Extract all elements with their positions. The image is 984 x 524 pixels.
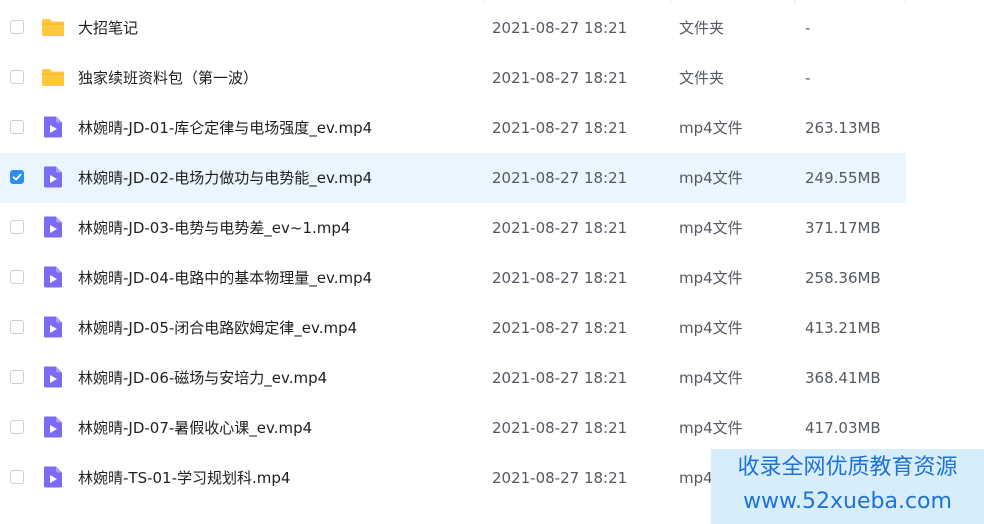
- file-type: mp4文件: [679, 169, 743, 187]
- file-size: 258.36MB: [805, 269, 881, 287]
- file-name[interactable]: 林婉晴-JD-05-闭合电路欧姆定律_ev.mp4: [78, 318, 357, 338]
- file-row[interactable]: 林婉晴-JD-07-暑假收心课_ev.mp4 2021-08-27 18:21 mp…: [0, 403, 906, 453]
- file-modified-date: 2021-08-27 18:21: [492, 119, 628, 137]
- row-checkbox[interactable]: [10, 470, 24, 484]
- row-checkbox[interactable]: [10, 120, 24, 134]
- file-type: mp4文件: [679, 419, 743, 437]
- video-file-icon: [41, 215, 65, 239]
- watermark: 收录全网优质教育资源 www.52xueba.com: [711, 449, 984, 524]
- watermark-slogan: 收录全网优质教育资源: [737, 455, 958, 480]
- file-type: mp4: [679, 469, 713, 487]
- file-size: 371.17MB: [805, 219, 881, 237]
- file-type: mp4文件: [679, 369, 743, 387]
- video-file-icon: [41, 365, 65, 389]
- file-row[interactable]: 林婉晴-JD-03-电势与电势差_ev~1.mp4 2021-08-27 18:2…: [0, 203, 906, 253]
- file-size: -: [805, 69, 811, 87]
- file-type: mp4文件: [679, 119, 743, 137]
- file-size: 413.21MB: [805, 319, 881, 337]
- video-file-icon: [41, 315, 65, 339]
- row-checkbox[interactable]: [10, 20, 24, 34]
- file-name[interactable]: 林婉晴-JD-02-电场力做功与电势能_ev.mp4: [78, 168, 372, 188]
- file-modified-date: 2021-08-27 18:21: [492, 269, 628, 287]
- file-type: 文件夹: [679, 69, 725, 87]
- file-size: 249.55MB: [805, 169, 881, 187]
- file-name[interactable]: 林婉晴-JD-04-电路中的基本物理量_ev.mp4: [78, 268, 372, 288]
- row-checkbox[interactable]: [10, 420, 24, 434]
- file-modified-date: 2021-08-27 18:21: [492, 19, 628, 37]
- file-modified-date: 2021-08-27 18:21: [492, 169, 628, 187]
- file-type: mp4文件: [679, 319, 743, 337]
- row-checkbox[interactable]: [10, 320, 24, 334]
- file-list: 大招笔记 2021-08-27 18:21 文件夹 - 独家续班资料包（第一波） 2021…: [0, 0, 984, 524]
- row-checkbox[interactable]: [10, 70, 24, 84]
- row-checkbox[interactable]: [10, 270, 24, 284]
- video-file-icon: [41, 265, 65, 289]
- file-size: -: [805, 19, 811, 37]
- file-row[interactable]: 林婉晴-JD-04-电路中的基本物理量_ev.mp4 2021-08-27 18:…: [0, 253, 906, 303]
- row-checkbox[interactable]: [10, 370, 24, 384]
- file-modified-date: 2021-08-27 18:21: [492, 369, 628, 387]
- file-name[interactable]: 林婉晴-JD-01-库仑定律与电场强度_ev.mp4: [78, 118, 372, 138]
- file-row[interactable]: 林婉晴-JD-06-磁场与安培力_ev.mp4 2021-08-27 18:21 m…: [0, 353, 906, 403]
- file-size: 417.03MB: [805, 419, 881, 437]
- file-modified-date: 2021-08-27 18:21: [492, 219, 628, 237]
- file-type: mp4文件: [679, 269, 743, 287]
- video-file-icon: [41, 415, 65, 439]
- file-type: 文件夹: [679, 19, 725, 37]
- file-size: 368.41MB: [805, 369, 881, 387]
- file-modified-date: 2021-08-27 18:21: [492, 319, 628, 337]
- file-name[interactable]: 林婉晴-TS-01-学习规划科.mp4: [78, 468, 290, 488]
- file-size: 263.13MB: [805, 119, 881, 137]
- folder-icon: [41, 65, 65, 89]
- row-checkbox[interactable]: [10, 220, 24, 234]
- file-name[interactable]: 林婉晴-JD-07-暑假收心课_ev.mp4: [78, 418, 312, 438]
- folder-icon: [41, 15, 65, 39]
- file-row[interactable]: 林婉晴-JD-02-电场力做功与电势能_ev.mp4 2021-08-27 18:…: [0, 153, 906, 203]
- watermark-url: www.52xueba.com: [743, 489, 952, 514]
- file-row[interactable]: 林婉晴-JD-05-闭合电路欧姆定律_ev.mp4 2021-08-27 18:2…: [0, 303, 906, 353]
- video-file-icon: [41, 465, 65, 489]
- file-modified-date: 2021-08-27 18:21: [492, 69, 628, 87]
- file-name[interactable]: 林婉晴-JD-06-磁场与安培力_ev.mp4: [78, 368, 327, 388]
- row-checkbox[interactable]: [10, 170, 24, 184]
- file-modified-date: 2021-08-27 18:21: [492, 419, 628, 437]
- file-modified-date: 2021-08-27 18:21: [492, 469, 628, 487]
- video-file-icon: [41, 165, 65, 189]
- file-type: mp4文件: [679, 219, 743, 237]
- file-name[interactable]: 大招笔记: [78, 18, 138, 38]
- video-file-icon: [41, 115, 65, 139]
- file-row[interactable]: 林婉晴-JD-01-库仑定律与电场强度_ev.mp4 2021-08-27 18:…: [0, 103, 906, 153]
- file-row[interactable]: 大招笔记 2021-08-27 18:21 文件夹 -: [0, 3, 906, 53]
- file-name[interactable]: 独家续班资料包（第一波）: [78, 68, 258, 88]
- file-name[interactable]: 林婉晴-JD-03-电势与电势差_ev~1.mp4: [78, 218, 350, 238]
- file-row[interactable]: 独家续班资料包（第一波） 2021-08-27 18:21 文件夹 -: [0, 53, 906, 103]
